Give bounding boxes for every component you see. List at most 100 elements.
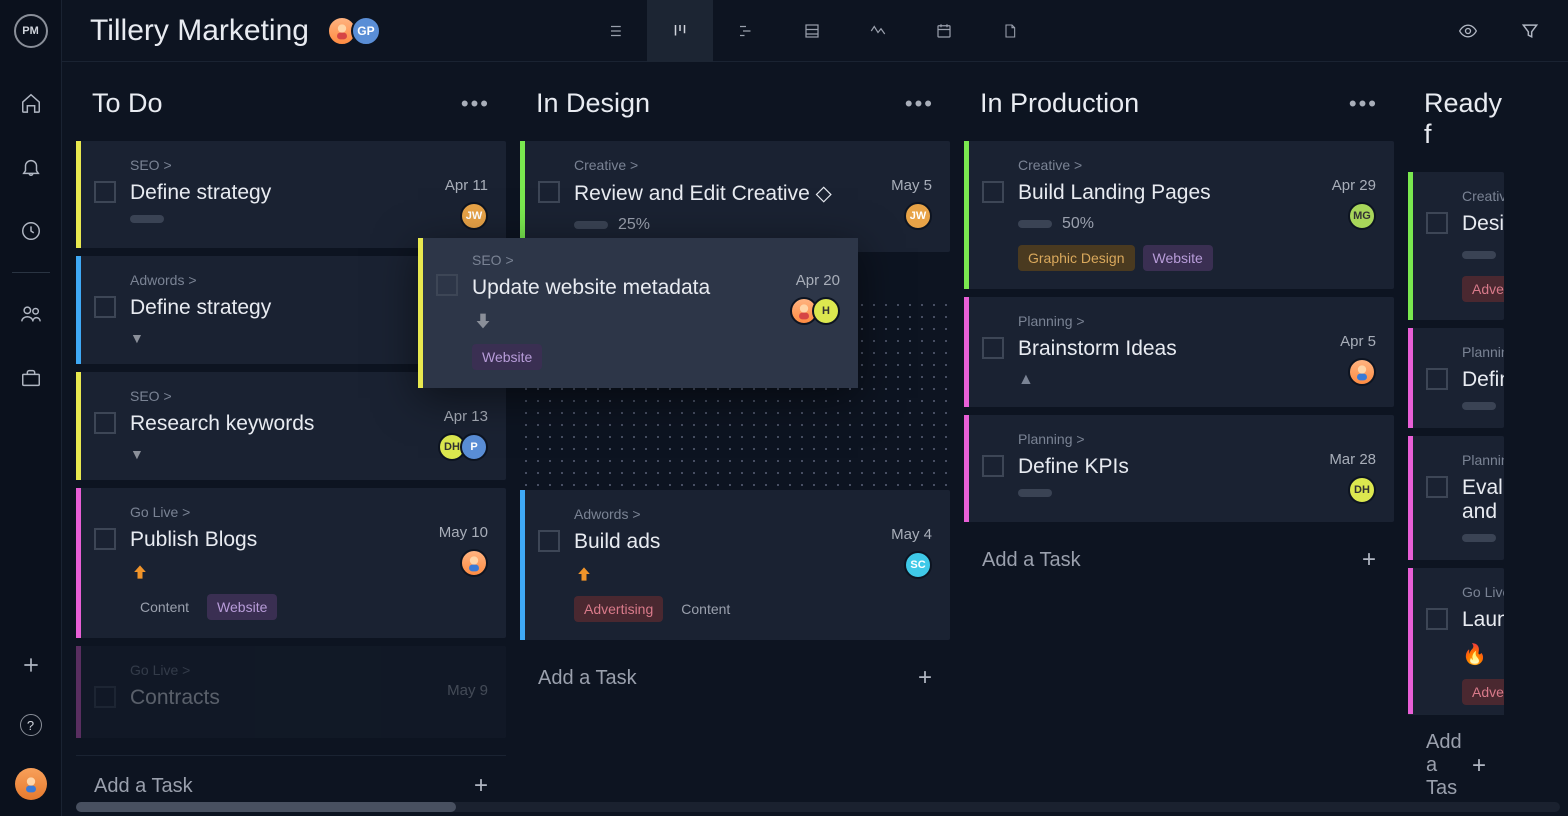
files-view-tab[interactable] [977,0,1043,62]
task-card[interactable]: Creative > Review and Edit Creative ◇ 25… [520,141,950,252]
task-title[interactable]: Build Landing Pages [1018,181,1330,205]
task-checkbox[interactable] [1426,476,1448,498]
tag[interactable]: Website [472,344,542,370]
task-title[interactable]: Define KPIs [1018,455,1329,479]
horizontal-scrollbar[interactable] [76,802,1560,812]
expand-icon[interactable]: ▼ [130,446,420,462]
task-due-date: May 4 [891,526,932,543]
tag[interactable]: Advertising [574,596,663,622]
assignee-avatar[interactable]: SC [904,551,932,579]
task-card[interactable]: Go Live > Contracts May 9 [76,646,506,738]
task-card[interactable]: Adwords > Build ads May 4 SC Advertising… [520,490,950,640]
assignee-avatar[interactable]: H [812,297,840,325]
task-due-date: May 5 [891,177,932,194]
calendar-view-tab[interactable] [911,0,977,62]
task-breadcrumb: Creative > [574,157,886,173]
filter-icon[interactable] [1520,21,1540,41]
tag[interactable]: Website [207,594,277,620]
member-avatar[interactable]: GP [351,16,381,46]
plus-icon: + [1362,546,1376,574]
task-title[interactable]: Review and Edit Creative ◇ [574,181,886,206]
task-title[interactable]: Evaluaand N [1462,476,1504,524]
task-card[interactable]: Planning > Brainstorm Ideas ▲ Apr 5 [964,297,1394,407]
visibility-icon[interactable] [1456,21,1480,41]
column-menu-icon[interactable]: ••• [905,91,934,117]
task-card[interactable]: Planning > Define KPIs Mar 28 DH [964,415,1394,522]
column-menu-icon[interactable]: ••• [1349,91,1378,117]
task-checkbox[interactable] [94,686,116,708]
task-card[interactable]: Go Live Launc 🔥 Adverti [1408,568,1504,714]
assignee-avatar[interactable]: DH [1348,476,1376,504]
task-checkbox[interactable] [436,274,458,296]
user-avatar[interactable] [15,768,47,800]
app-logo[interactable]: PM [14,14,48,48]
task-checkbox[interactable] [94,296,116,318]
task-card[interactable]: Creative > Build Landing Pages 50% Apr 2… [964,141,1394,289]
tag[interactable]: Adverti [1462,679,1504,705]
task-checkbox[interactable] [538,530,560,552]
add-task-button[interactable]: Add a Tas+ [1408,714,1504,816]
task-due-date: Mar 28 [1329,451,1376,468]
task-checkbox[interactable] [982,337,1004,359]
help-icon[interactable]: ? [20,714,42,736]
task-breadcrumb: SEO > [130,388,420,404]
task-due-date: Apr 5 [1340,333,1376,350]
task-card[interactable]: Go Live > Publish Blogs May 10 ContentWe… [76,488,506,638]
task-due-date: Apr 13 [444,408,488,425]
task-checkbox[interactable] [538,181,560,203]
dragging-card[interactable]: SEO > Update website metadata Website Ap… [418,238,858,388]
task-title[interactable]: Contracts [130,686,447,710]
board-view-tab[interactable] [647,0,713,62]
task-title[interactable]: Launc [1462,608,1504,632]
sheet-view-tab[interactable] [779,0,845,62]
priority-high-icon [574,564,886,584]
task-title[interactable]: Research keywords [130,412,420,436]
dashboard-view-tab[interactable] [845,0,911,62]
task-card[interactable]: Planning Evaluaand N [1408,436,1504,560]
task-title[interactable]: Publish Blogs [130,528,439,552]
task-title[interactable]: Brainstorm Ideas [1018,337,1330,361]
assignee-avatar[interactable]: MG [1348,202,1376,230]
task-checkbox[interactable] [982,181,1004,203]
task-checkbox[interactable] [982,455,1004,477]
gantt-view-tab[interactable] [713,0,779,62]
progress-bar [1462,251,1496,259]
task-checkbox[interactable] [1426,212,1448,234]
assignee-avatar[interactable]: JW [904,202,932,230]
assignee-avatar[interactable]: JW [460,202,488,230]
task-card[interactable]: SEO > Research keywords ▼ Apr 13 DHP [76,372,506,480]
tag[interactable]: Adverti [1462,276,1504,302]
team-icon[interactable] [20,303,42,325]
tag[interactable]: Content [671,596,740,622]
task-checkbox[interactable] [94,181,116,203]
notifications-icon[interactable] [20,156,42,178]
task-checkbox[interactable] [94,412,116,434]
home-icon[interactable] [20,92,42,114]
assignee-avatar[interactable] [1348,358,1376,386]
task-card[interactable]: Creative Desig 75 Adverti [1408,172,1504,320]
column-title: To Do [92,88,163,119]
task-checkbox[interactable] [1426,608,1448,630]
assignee-avatar[interactable]: P [460,433,488,461]
project-members[interactable]: GP [333,16,381,46]
recent-icon[interactable] [20,220,42,242]
column-menu-icon[interactable]: ••• [461,91,490,117]
task-title[interactable]: Build ads [574,530,886,554]
task-title[interactable]: Define strategy [130,181,442,205]
add-task-button[interactable]: Add a Task+ [520,648,950,708]
task-title[interactable]: Update website metadata [472,276,758,300]
task-card[interactable]: Planning Define [1408,328,1504,428]
assignee-avatar[interactable] [460,549,488,577]
portfolio-icon[interactable] [20,367,42,389]
task-title[interactable]: Define [1462,368,1504,392]
tag[interactable]: Graphic Design [1018,245,1135,271]
add-task-button[interactable]: Add a Task+ [964,530,1394,590]
tag[interactable]: Website [1143,245,1213,271]
tag[interactable]: Content [130,594,199,620]
task-checkbox[interactable] [94,528,116,550]
list-view-tab[interactable] [581,0,647,62]
add-project-icon[interactable] [20,654,42,676]
task-checkbox[interactable] [1426,368,1448,390]
task-title[interactable]: Desig [1462,212,1504,236]
task-card[interactable]: SEO > Define strategy Apr 11 JW [76,141,506,248]
